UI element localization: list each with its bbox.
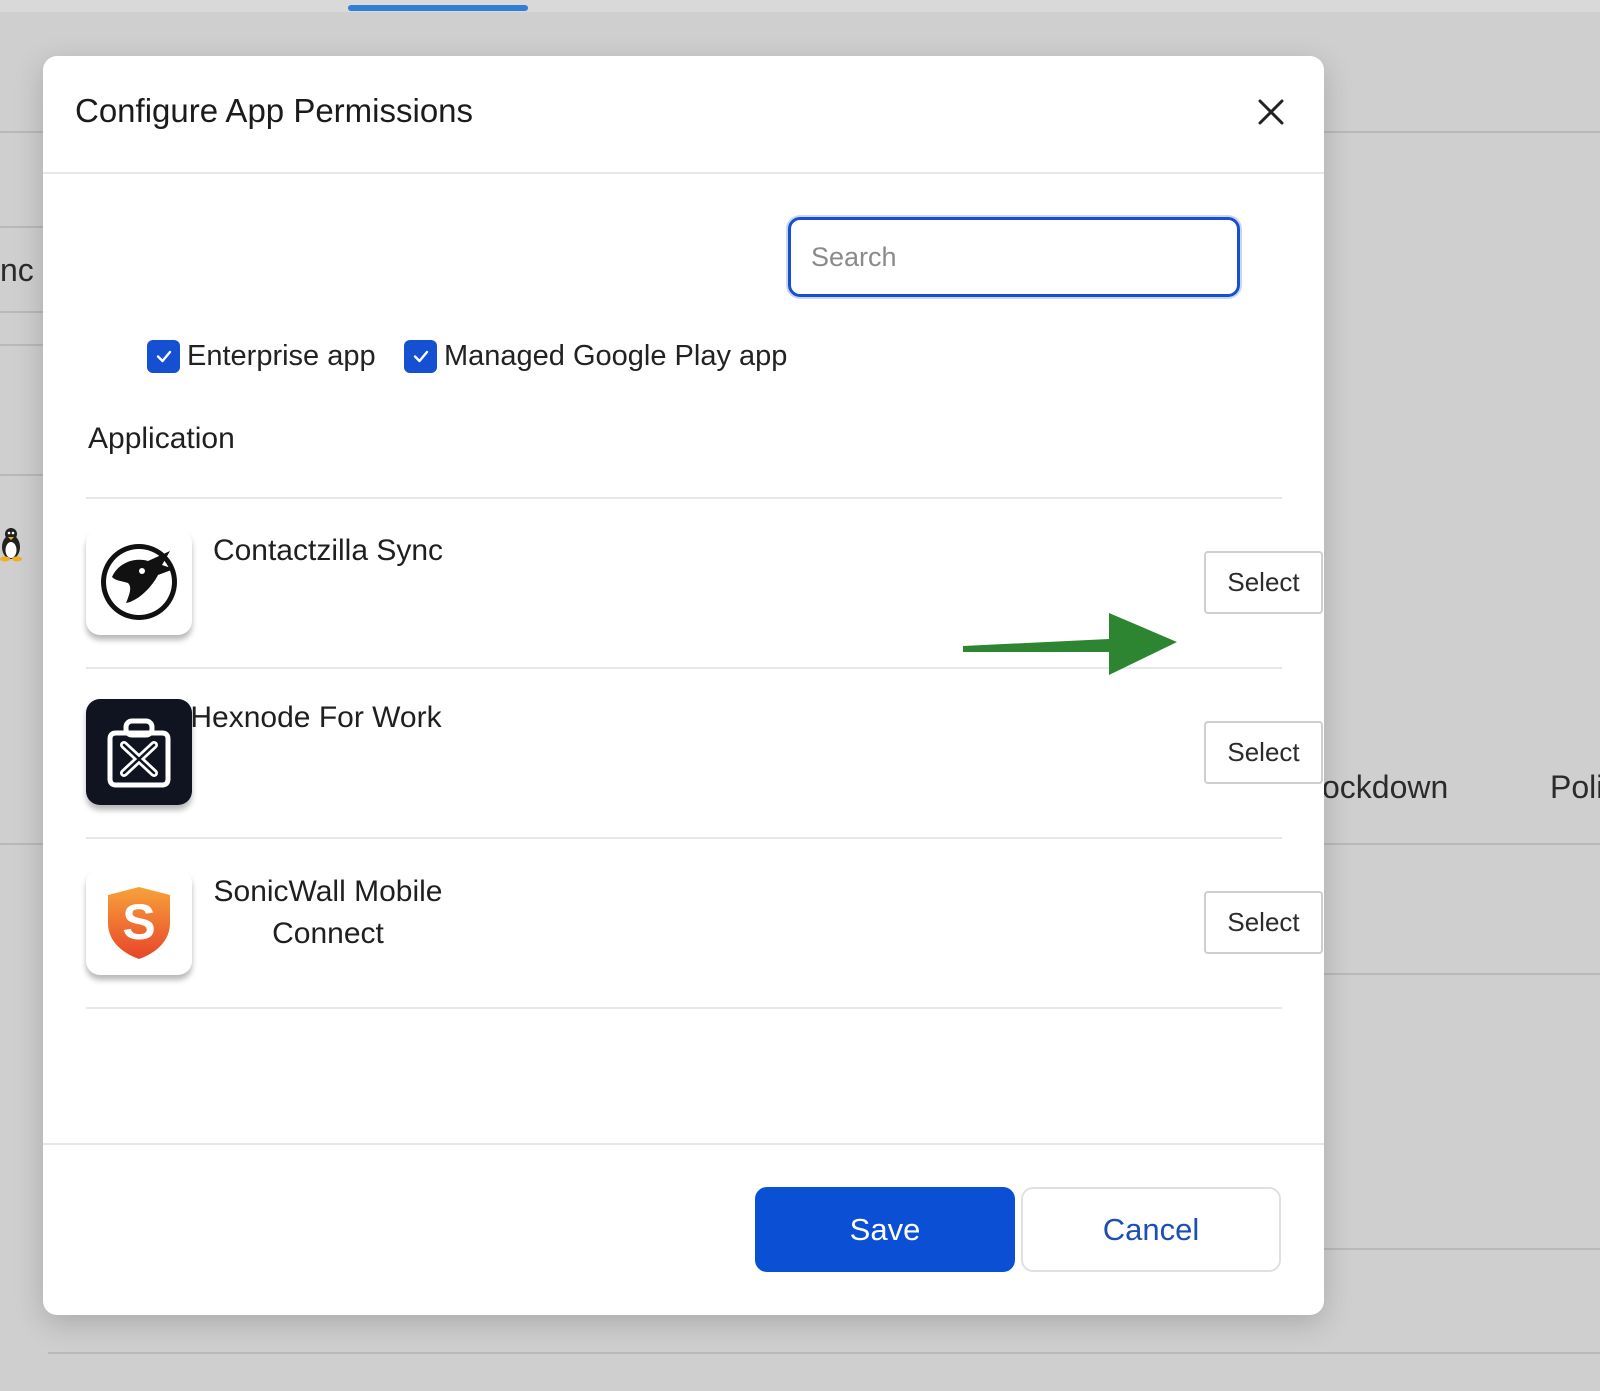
background-partial-text: Poli — [1550, 769, 1600, 805]
background-divider — [1324, 973, 1600, 975]
modal-title: Configure App Permissions — [75, 92, 474, 129]
background-partial-text: ockdown — [1322, 769, 1449, 805]
select-button-hexnode-for-work[interactable]: Select — [1204, 721, 1323, 784]
close-icon — [1258, 99, 1284, 125]
background-divider — [1324, 843, 1600, 845]
modal-header: Configure App Permissions — [43, 56, 1324, 174]
select-button-contactzilla-sync[interactable]: Select — [1204, 551, 1323, 614]
contactzilla-app-icon — [86, 529, 192, 635]
filter-label: Managed Google Play app — [444, 339, 788, 372]
background-divider — [0, 344, 45, 346]
filter-label: Enterprise app — [187, 339, 376, 372]
checkbox-managed-google-play-app[interactable] — [404, 339, 437, 373]
app-name: SonicWall Mobile Connect — [213, 875, 443, 950]
app-name: Contactzilla Sync — [212, 534, 444, 567]
app-row: S SonicWall Mobile Connect Select — [86, 839, 1323, 1007]
background-active-tab-indicator — [348, 5, 528, 11]
checkmark-icon — [156, 350, 171, 363]
modal-footer-divider — [43, 1143, 1324, 1145]
app-row: Hexnode For Work Select — [86, 669, 1323, 837]
linux-icon — [0, 528, 22, 562]
background-partial-text: nc — [0, 252, 34, 288]
save-button[interactable]: Save — [755, 1187, 1015, 1272]
sonicwall-app-icon: S — [86, 869, 192, 975]
hexnode-app-icon — [86, 699, 192, 805]
background-divider — [0, 226, 45, 228]
background-top-bar — [0, 0, 1600, 12]
select-button-sonicwall-mobile-connect[interactable]: Select — [1204, 891, 1323, 954]
checkbox-enterprise-app[interactable] — [147, 339, 180, 373]
search-input[interactable] — [791, 241, 1237, 273]
application-column-header: Application — [88, 422, 235, 455]
background-divider — [1324, 1248, 1600, 1250]
background-divider — [0, 843, 45, 845]
background-divider — [48, 1352, 1600, 1354]
close-button[interactable] — [1251, 92, 1291, 132]
background-divider — [0, 311, 45, 313]
svg-text:S: S — [122, 894, 155, 950]
cancel-button[interactable]: Cancel — [1021, 1187, 1281, 1272]
filter-managed-google-play-app[interactable]: Managed Google Play app — [404, 338, 787, 374]
checkmark-icon — [413, 350, 428, 363]
filter-enterprise-app[interactable]: Enterprise app — [147, 338, 376, 374]
background-divider — [0, 474, 45, 476]
annotation-arrow-icon — [963, 613, 1177, 675]
configure-app-permissions-modal: Configure App Permissions Enterprise app… — [43, 56, 1324, 1315]
search-box — [788, 217, 1240, 297]
app-name: Hexnode For Work — [190, 701, 442, 734]
list-divider — [86, 1007, 1282, 1009]
